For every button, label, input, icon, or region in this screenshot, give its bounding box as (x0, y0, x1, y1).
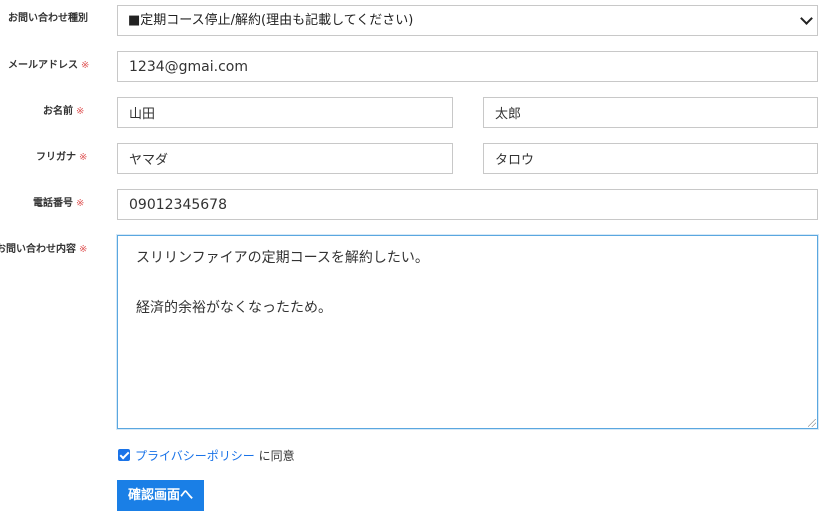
required-mark: ※ (79, 152, 88, 163)
email-field[interactable] (117, 51, 818, 82)
chevron-down-icon (800, 12, 813, 25)
message-label: お問い合わせ内容 ※ (0, 244, 87, 256)
privacy-policy-link[interactable]: プライバシーポリシー (135, 449, 255, 463)
checkmark-icon (119, 449, 130, 460)
last-name-field[interactable] (117, 97, 453, 128)
inquiry-type-label: お問い合わせ種別 (8, 13, 88, 25)
required-mark: ※ (76, 106, 85, 117)
inquiry-type-selected-value: ■定期コース停止/解約(理由も記載してください) (128, 13, 414, 28)
required-mark: ※ (81, 60, 90, 71)
privacy-consent-text: プライバシーポリシー に同意 (135, 449, 295, 463)
first-name-field[interactable] (483, 97, 818, 128)
required-mark: ※ (76, 198, 85, 209)
furigana-label-text: フリガナ (36, 152, 76, 163)
message-textarea[interactable]: スリリンファイアの定期コースを解約したい。 経済的余裕がなくなったため。 (117, 235, 818, 429)
resize-handle-icon[interactable] (808, 419, 816, 427)
last-name-kana-field[interactable] (117, 143, 453, 174)
confirm-button[interactable]: 確認画面へ (117, 480, 204, 511)
inquiry-type-select[interactable]: ■定期コース停止/解約(理由も記載してください) (117, 5, 818, 36)
privacy-consent-suffix: に同意 (254, 449, 295, 463)
furigana-label: フリガナ ※ (36, 152, 87, 164)
contact-form: お問い合わせ種別 ■定期コース停止/解約(理由も記載してください) メールアドレ… (0, 0, 839, 516)
phone-field[interactable] (117, 189, 818, 220)
phone-label: 電話番号 ※ (33, 198, 84, 210)
message-label-text: お問い合わせ内容 (0, 244, 76, 255)
name-label-text: お名前 (43, 106, 73, 117)
email-label-text: メールアドレス (8, 60, 78, 71)
first-name-kana-field[interactable] (483, 143, 818, 174)
inquiry-type-label-text: お問い合わせ種別 (8, 13, 88, 24)
email-label: メールアドレス ※ (8, 60, 89, 72)
name-label: お名前 ※ (43, 106, 84, 118)
privacy-checkbox[interactable] (118, 449, 130, 461)
required-mark: ※ (79, 244, 88, 255)
phone-label-text: 電話番号 (33, 198, 73, 209)
